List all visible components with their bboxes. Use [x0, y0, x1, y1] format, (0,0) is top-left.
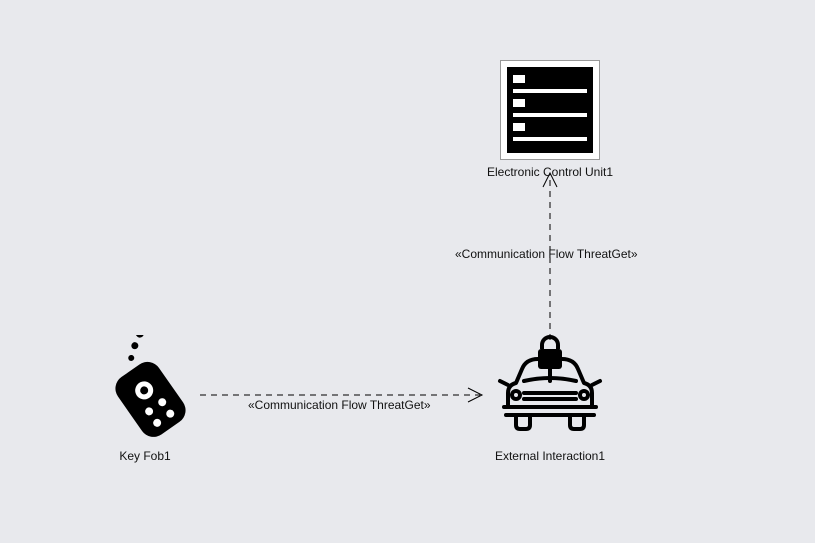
- node-ecu-label: Electronic Control Unit1: [450, 165, 650, 179]
- keyfob-icon: [95, 335, 205, 445]
- node-external[interactable]: [490, 335, 610, 448]
- car-lock-icon: [490, 335, 610, 445]
- node-keyfob[interactable]: [95, 335, 205, 448]
- node-external-label: External Interaction1: [450, 449, 650, 463]
- diagram-canvas: Electronic Control Unit1 Key Fob1: [0, 0, 815, 543]
- ecu-icon: [500, 60, 600, 160]
- flow-label-external-ecu: «Communication Flow ThreatGet»: [455, 247, 638, 261]
- flow-label-keyfob-external: «Communication Flow ThreatGet»: [248, 398, 431, 412]
- node-keyfob-label: Key Fob1: [45, 449, 245, 463]
